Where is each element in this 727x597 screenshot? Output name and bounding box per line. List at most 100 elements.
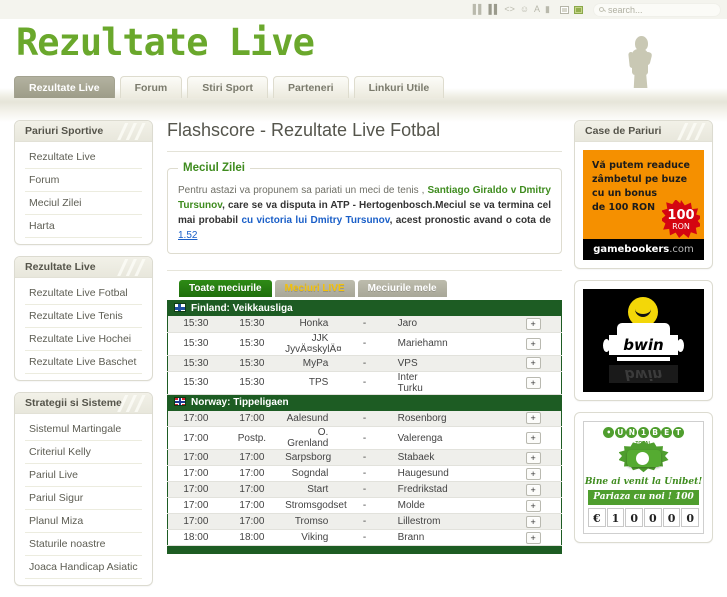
- ad-gamebookers[interactable]: Vă putem readuce zâmbetul pe buze cu un …: [583, 150, 704, 260]
- ad-gamebookers-line1: Vă putem readuce: [592, 160, 691, 171]
- play-button-icon[interactable]: [626, 450, 661, 467]
- sidebar-item-rezultate-live-tenis[interactable]: Rezultate Live Tenis: [25, 305, 142, 328]
- expand-match-button[interactable]: +: [525, 499, 541, 512]
- sidebar-item-pariul-live[interactable]: Pariul Live: [25, 464, 142, 487]
- match-score: [448, 355, 506, 372]
- home-team: Stromsgodset: [280, 497, 347, 514]
- counter-digit: 1: [606, 508, 625, 527]
- sidebar-item-joaca-handicap-asiatic[interactable]: Joaca Handicap Asiatic: [25, 556, 142, 579]
- tab-toate-meciurile[interactable]: Toate meciurile: [179, 280, 272, 297]
- table-row[interactable]: 15:30 15:30 JJK JyvÄ¤skylÄ¤ - Mariehamn …: [167, 332, 562, 356]
- sidebar-item-rezultate-live-fotbal[interactable]: Rezultate Live Fotbal: [25, 282, 142, 305]
- sidebar-item-rezultate-live-hochei[interactable]: Rezultate Live Hochei: [25, 328, 142, 351]
- expand-match-button[interactable]: +: [525, 357, 541, 369]
- menu-icon[interactable]: ▮: [545, 5, 550, 14]
- counter-digit: €: [588, 508, 606, 527]
- away-team: Lillestrom: [392, 513, 449, 530]
- expand-match-button[interactable]: +: [525, 317, 541, 330]
- table-row[interactable]: 17:00 17:00 Sarpsborg - Stabaek +: [167, 449, 562, 466]
- score-dash: -: [336, 449, 393, 466]
- league-name: Finland: Veikkausliga: [191, 302, 293, 314]
- expand-match-button[interactable]: +: [525, 376, 541, 389]
- ad-unibet-subline: Pariaza cu noi ! 100 RON: [588, 490, 699, 517]
- match-status: 18:00: [223, 529, 281, 546]
- expand-cell: +: [505, 426, 562, 450]
- sidebar-item-sistemul-martingale[interactable]: Sistemul Martingale: [25, 418, 142, 441]
- table-row[interactable]: 17:00 Postp. O. Grenland - Valerenga +: [167, 426, 562, 450]
- table-row[interactable]: 17:00 17:00 Tromso - Lillestrom +: [167, 513, 562, 530]
- window-icon[interactable]: [560, 5, 569, 14]
- window-green-icon[interactable]: [574, 5, 583, 14]
- expand-match-button[interactable]: +: [525, 412, 541, 425]
- expand-match-button[interactable]: +: [525, 451, 541, 464]
- sidebar-item-rezultate-live-baschet[interactable]: Rezultate Live Baschet: [25, 351, 142, 374]
- sidebar-item-pariul-sigur[interactable]: Pariul Sigur: [25, 487, 142, 510]
- pause-bold-icon[interactable]: ▌▌: [489, 5, 501, 14]
- expand-match-button[interactable]: +: [525, 337, 541, 350]
- counter-digit: 0: [644, 508, 662, 527]
- league-header-finland: Finland: Veikkausliga: [167, 300, 562, 316]
- match-score: [448, 465, 506, 482]
- expand-cell: +: [505, 316, 562, 333]
- score-dash: -: [336, 371, 393, 395]
- sidebar-item-meciul-zilei[interactable]: Meciul Zilei: [25, 192, 142, 215]
- home-team: Tromso: [280, 513, 337, 530]
- ad-unibet-badge: [618, 441, 669, 475]
- match-time: 17:00: [167, 410, 224, 427]
- score-dash: -: [336, 481, 393, 498]
- match-time: 15:30: [167, 332, 224, 356]
- home-team: Aalesund: [280, 410, 337, 427]
- site-logo[interactable]: Rezultate Live: [16, 21, 315, 64]
- nav-tab-rezultate-live[interactable]: Rezultate Live: [14, 76, 115, 98]
- nav-tab-forum[interactable]: Forum: [119, 76, 183, 98]
- expand-match-button[interactable]: +: [525, 467, 541, 480]
- tab-meciuri-live[interactable]: Meciuri LIVE: [274, 280, 355, 297]
- font-icon[interactable]: A: [534, 5, 540, 14]
- match-score: [448, 529, 506, 546]
- match-time: 15:30: [167, 371, 224, 395]
- sidebar-box-case-de-pariuri: Case de Pariuri Vă putem readuce zâmbetu…: [574, 120, 713, 269]
- table-row[interactable]: 15:30 15:30 MyPa - VPS +: [167, 355, 562, 372]
- ad-gamebookers-brand: gamebookers: [593, 244, 670, 255]
- meciul-zilei-prediction-link[interactable]: cu victoria lui Dmitry Tursunov: [241, 215, 389, 226]
- banner-base: [617, 357, 670, 361]
- ad-bwin[interactable]: bwin bwin: [583, 289, 704, 392]
- sidebar-box-strategii-si-sisteme: Strategii si Sisteme Sistemul Martingale…: [14, 392, 153, 586]
- sidebar-item-rezultate-live[interactable]: Rezultate Live: [25, 146, 142, 169]
- score-dash: -: [336, 410, 393, 427]
- expand-cell: +: [505, 332, 562, 356]
- table-row[interactable]: 17:00 17:00 Sogndal - Haugesund +: [167, 465, 562, 482]
- search-input[interactable]: search...: [608, 5, 643, 15]
- nav-tab-stiri-sport[interactable]: Stiri Sport: [187, 76, 269, 98]
- expand-match-button[interactable]: +: [525, 432, 541, 444]
- ad-unibet[interactable]: •UN1BET TOTAL Bine ai venit la Unibet! P…: [583, 421, 704, 534]
- sidebar-right: Case de Pariuri Vă putem readuce zâmbetu…: [574, 120, 713, 554]
- table-row[interactable]: 15:30 15:30 TPS - Inter Turku +: [167, 371, 562, 395]
- table-row[interactable]: 17:00 17:00 Start - Fredrikstad +: [167, 481, 562, 498]
- expand-match-button[interactable]: +: [525, 483, 541, 496]
- sidebar-item-harta[interactable]: Harta: [25, 215, 142, 238]
- search-box[interactable]: search...: [593, 2, 721, 17]
- match-score: [448, 497, 506, 514]
- table-row[interactable]: 17:00 17:00 Aalesund - Rosenborg +: [167, 410, 562, 427]
- table-row[interactable]: 18:00 18:00 Viking - Brann +: [167, 529, 562, 546]
- expand-match-button[interactable]: +: [525, 515, 541, 528]
- sidebar-item-planul-miza[interactable]: Planul Miza: [25, 510, 142, 533]
- ad-bwin-reflection: bwin: [609, 365, 678, 383]
- robot-icon[interactable]: ☺: [520, 5, 529, 14]
- sidebar-item-criteriul-kelly[interactable]: Criteriul Kelly: [25, 441, 142, 464]
- code-icon[interactable]: <>: [504, 5, 515, 14]
- nav-tab-parteneri[interactable]: Parteneri: [273, 76, 349, 98]
- expand-cell: +: [505, 410, 562, 427]
- table-row[interactable]: 15:30 15:30 Honka - Jaro +: [167, 316, 562, 333]
- tab-meciurile-mele[interactable]: Meciurile mele: [357, 280, 447, 297]
- match-time: 18:00: [167, 529, 224, 546]
- sidebar-box-title: Pariuri Sportive: [15, 121, 152, 142]
- pause-icon[interactable]: ▌▌: [473, 5, 485, 14]
- expand-match-button[interactable]: +: [525, 531, 541, 544]
- table-row[interactable]: 17:00 17:00 Stromsgodset - Molde +: [167, 497, 562, 514]
- sidebar-item-forum[interactable]: Forum: [25, 169, 142, 192]
- ad-unibet-tagline: Bine ai venit la Unibet!: [584, 477, 703, 487]
- nav-tab-linkuri-utile[interactable]: Linkuri Utile: [353, 76, 445, 98]
- meciul-zilei-odds-link[interactable]: 1.52: [178, 230, 197, 241]
